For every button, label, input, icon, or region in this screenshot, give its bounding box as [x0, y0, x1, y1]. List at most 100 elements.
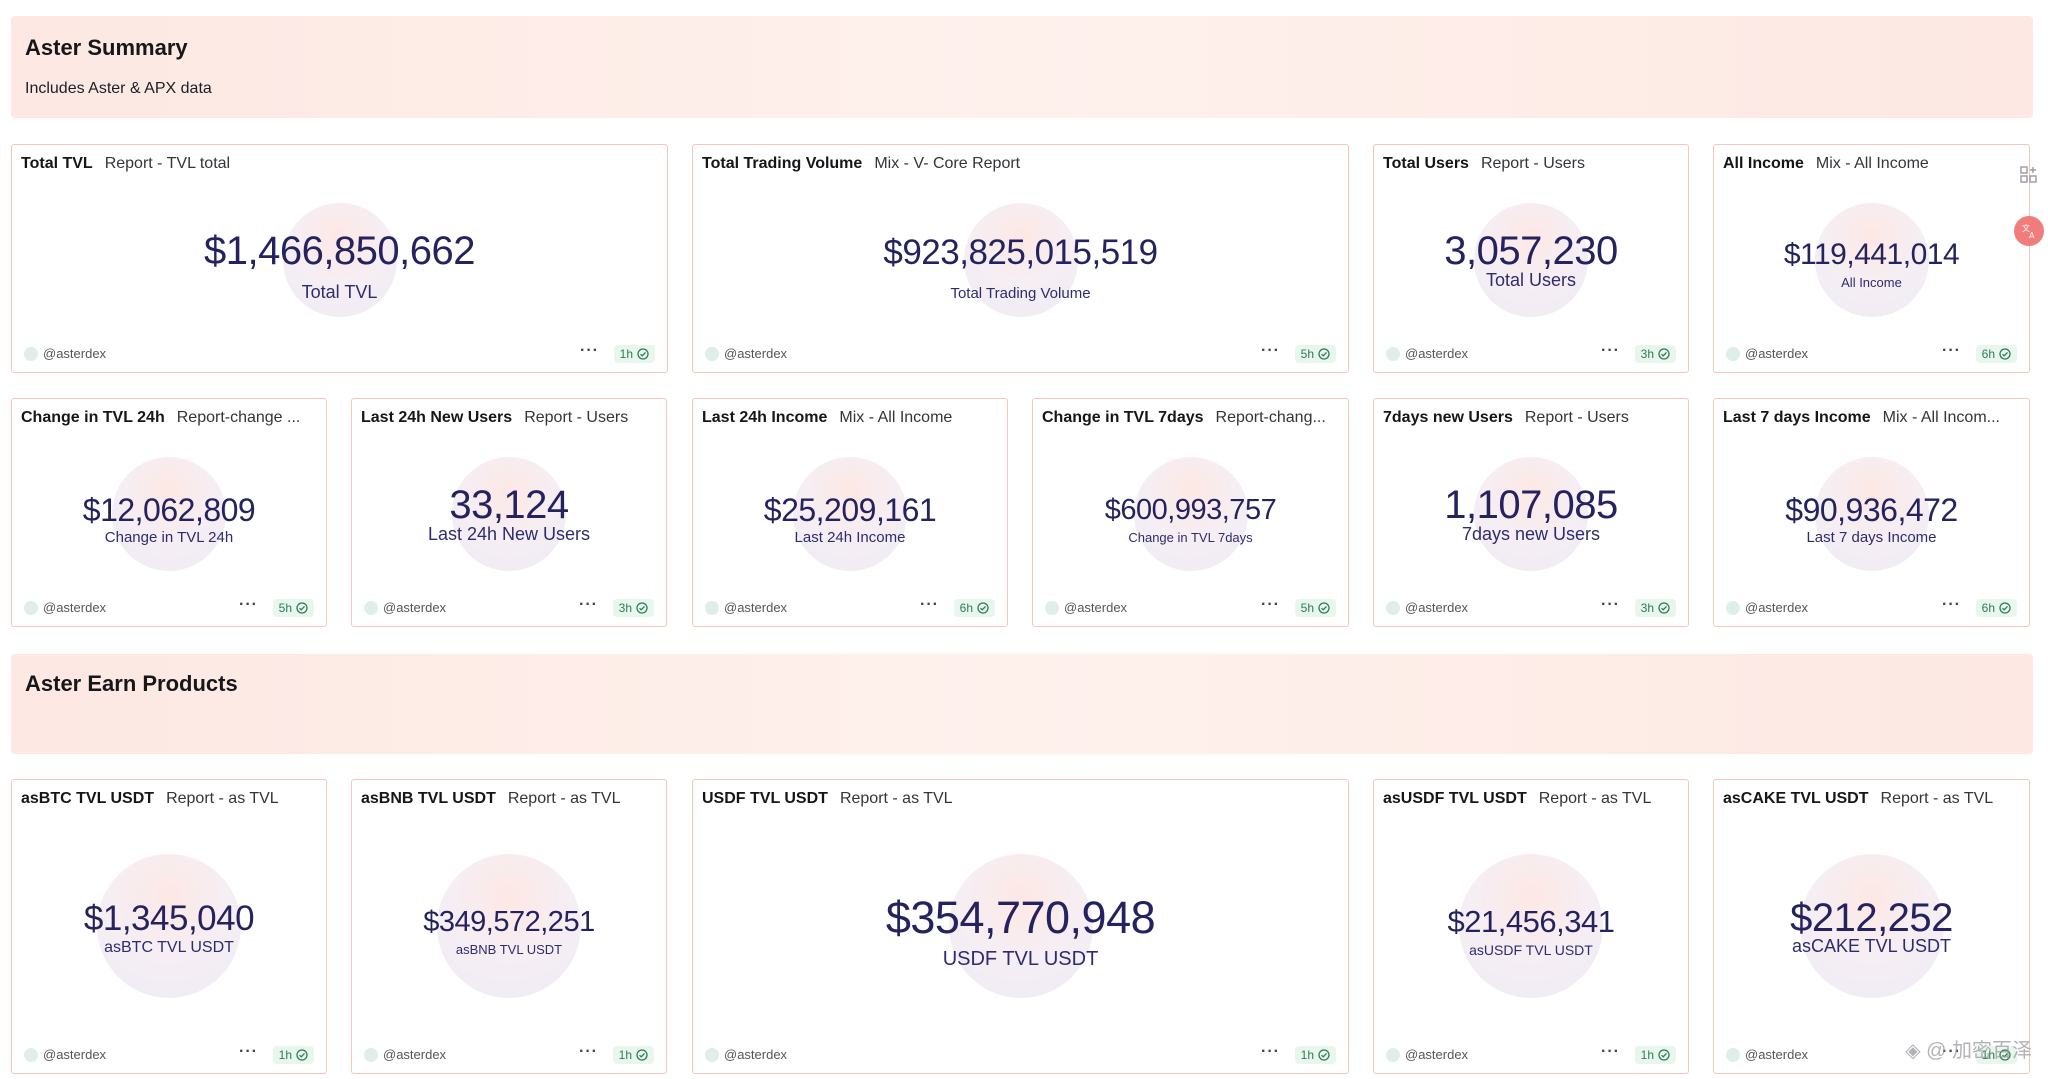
refresh-status-badge[interactable]: 5h [1294, 345, 1336, 363]
author-link[interactable]: @asterdex [364, 600, 446, 615]
author-link[interactable]: @asterdex [24, 1047, 106, 1062]
query-link[interactable]: Report-chang... [1216, 409, 1326, 426]
more-options-icon[interactable]: ··· [1261, 1043, 1280, 1061]
refresh-status-badge[interactable]: 3h [1634, 345, 1676, 363]
more-options-icon[interactable]: ··· [1942, 596, 1961, 614]
card-title[interactable]: Last 7 days Income [1723, 409, 1871, 426]
refresh-status-badge[interactable]: 1h [1294, 1046, 1336, 1064]
more-options-icon[interactable]: ··· [1601, 1043, 1620, 1061]
counter-card[interactable]: asBNB TVL USDT Report - as TVL $349,572,2… [351, 779, 667, 1074]
author-link[interactable]: @asterdex [1386, 346, 1468, 361]
card-title[interactable]: Total Users [1383, 155, 1469, 172]
card-title[interactable]: asUSDF TVL USDT [1383, 790, 1527, 807]
avatar [24, 600, 38, 615]
section-title: Aster Earn Products [25, 671, 238, 696]
refresh-status-badge[interactable]: 1h [272, 1046, 314, 1064]
refresh-status-badge[interactable]: 6h [1975, 599, 2017, 617]
author-link[interactable]: @asterdex [364, 1047, 446, 1062]
query-link[interactable]: Report - Users [524, 409, 628, 426]
query-link[interactable]: Mix - V- Core Report [874, 155, 1020, 172]
more-options-icon[interactable]: ··· [1261, 596, 1280, 614]
avatar [364, 600, 378, 615]
counter-label: 7days new Users [1461, 524, 1601, 544]
author-link[interactable]: @asterdex [705, 600, 787, 615]
author-link[interactable]: @asterdex [1386, 1047, 1468, 1062]
card-title[interactable]: Last 24h Income [702, 409, 827, 426]
card-title[interactable]: Change in TVL 24h [21, 409, 165, 426]
query-link[interactable]: Report - Users [1481, 155, 1585, 172]
counter-card[interactable]: Last 24h New Users Report - Users 33,124 … [351, 398, 667, 627]
counter-label: USDF TVL USDT [942, 948, 1099, 970]
more-options-icon[interactable]: ··· [1601, 596, 1620, 614]
author-link[interactable]: @asterdex [705, 1047, 787, 1062]
check-circle-icon [977, 602, 989, 614]
counter-card[interactable]: Total Users Report - Users 3,057,230 Tota… [1373, 144, 1689, 373]
check-circle-icon [1318, 348, 1330, 360]
card-title[interactable]: asBTC TVL USDT [21, 790, 154, 807]
card-title[interactable]: USDF TVL USDT [702, 790, 828, 807]
card-title[interactable]: asCAKE TVL USDT [1723, 790, 1869, 807]
counter-card[interactable]: Change in TVL 7days Report-chang... $600,… [1032, 398, 1349, 627]
refresh-status-badge[interactable]: 1h [613, 345, 655, 363]
query-link[interactable]: Mix - All Income [839, 409, 952, 426]
avatar [1726, 1047, 1740, 1062]
query-link[interactable]: Report - as TVL [508, 790, 621, 807]
more-options-icon[interactable]: ··· [1261, 342, 1280, 360]
author-link[interactable]: @asterdex [1726, 1047, 1808, 1062]
counter-card[interactable]: asBTC TVL USDT Report - as TVL $1,345,040… [11, 779, 327, 1074]
counter-card[interactable]: USDF TVL USDT Report - as TVL $354,770,94… [692, 779, 1349, 1074]
author-link[interactable]: @asterdex [1726, 600, 1808, 615]
counter-card[interactable]: Total TVL Report - TVL total $1,466,850,6… [11, 144, 668, 373]
author-link[interactable]: @asterdex [1726, 346, 1808, 361]
grid-plus-icon[interactable] [2016, 162, 2042, 188]
query-link[interactable]: Report - Users [1525, 409, 1629, 426]
card-title[interactable]: asBNB TVL USDT [361, 790, 496, 807]
author-link[interactable]: @asterdex [24, 346, 106, 361]
counter-value: $349,572,251 [423, 906, 595, 938]
card-title[interactable]: Total Trading Volume [702, 155, 862, 172]
card-title[interactable]: All Income [1723, 155, 1804, 172]
more-options-icon[interactable]: ··· [1942, 342, 1961, 360]
refresh-status-badge[interactable]: 1h [1634, 1046, 1676, 1064]
more-options-icon[interactable]: ··· [1601, 342, 1620, 360]
counter-card[interactable]: Last 7 days Income Mix - All Incom... $90… [1713, 398, 2030, 627]
counter-card[interactable]: asUSDF TVL USDT Report - as TVL $21,456,3… [1373, 779, 1689, 1074]
query-link[interactable]: Report - as TVL [1881, 790, 1994, 807]
more-options-icon[interactable]: ··· [579, 596, 598, 614]
author-link[interactable]: @asterdex [24, 600, 106, 615]
refresh-status-badge[interactable]: 3h [612, 599, 654, 617]
more-options-icon[interactable]: ··· [920, 596, 939, 614]
more-options-icon[interactable]: ··· [239, 1043, 258, 1061]
counter-card[interactable]: Total Trading Volume Mix - V- Core Report… [692, 144, 1349, 373]
more-options-icon[interactable]: ··· [579, 1043, 598, 1061]
counter-card[interactable]: 7days new Users Report - Users 1,107,085 … [1373, 398, 1689, 627]
card-title[interactable]: Change in TVL 7days [1042, 409, 1204, 426]
refresh-status-badge[interactable]: 6h [953, 599, 995, 617]
refresh-status-badge[interactable]: 3h [1634, 599, 1676, 617]
query-link[interactable]: Report - as TVL [840, 790, 953, 807]
query-link[interactable]: Report - as TVL [166, 790, 279, 807]
refresh-status-badge[interactable]: 5h [1294, 599, 1336, 617]
counter-card[interactable]: All Income Mix - All Income $119,441,014 … [1713, 144, 2030, 373]
author-link[interactable]: @asterdex [705, 346, 787, 361]
query-link[interactable]: Report-change ... [177, 409, 301, 426]
query-link[interactable]: Report - TVL total [105, 155, 230, 172]
query-link[interactable]: Mix - All Income [1816, 155, 1929, 172]
author-link[interactable]: @asterdex [1386, 600, 1468, 615]
counter-card[interactable]: Last 24h Income Mix - All Income $25,209,… [692, 398, 1008, 627]
counter-card[interactable]: asCAKE TVL USDT Report - as TVL $212,252 … [1713, 779, 2030, 1074]
translate-icon[interactable]: 文A [2014, 216, 2044, 246]
more-options-icon[interactable]: ··· [580, 342, 599, 360]
card-title[interactable]: Last 24h New Users [361, 409, 512, 426]
refresh-status-badge[interactable]: 1h [612, 1046, 654, 1064]
refresh-status-badge[interactable]: 6h [1975, 345, 2017, 363]
more-options-icon[interactable]: ··· [239, 596, 258, 614]
query-link[interactable]: Mix - All Incom... [1883, 409, 2000, 426]
counter-card[interactable]: Change in TVL 24h Report-change ... $12,0… [11, 398, 327, 627]
refresh-status-badge[interactable]: 5h [272, 599, 314, 617]
author-link[interactable]: @asterdex [1045, 600, 1127, 615]
card-title[interactable]: 7days new Users [1383, 409, 1513, 426]
check-circle-icon [296, 602, 308, 614]
query-link[interactable]: Report - as TVL [1539, 790, 1652, 807]
card-title[interactable]: Total TVL [21, 155, 93, 172]
